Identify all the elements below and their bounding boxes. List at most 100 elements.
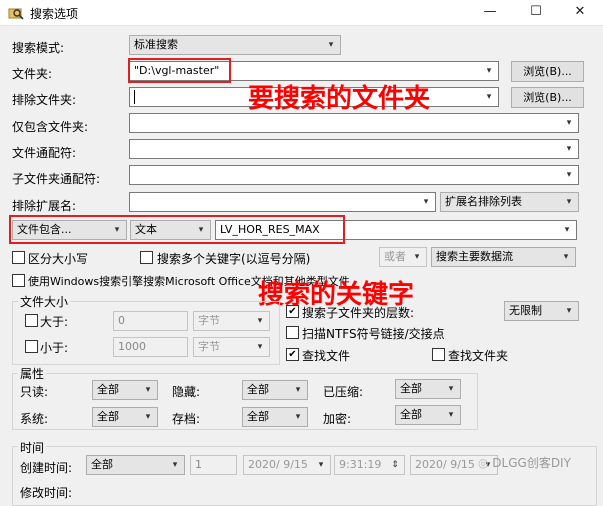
encrypted-label: 加密: (323, 412, 352, 426)
chevron-down-icon: ▾ (448, 410, 454, 420)
hidden-label: 隐藏: (172, 385, 201, 399)
find-files-checkbox[interactable]: ✔ (286, 348, 299, 361)
chevron-down-icon: ▾ (145, 385, 151, 395)
search-mode-value: 标准搜索 (134, 38, 178, 51)
system-label: 系统: (20, 412, 49, 426)
less-input[interactable]: 1000 (113, 337, 188, 357)
file-wildcard-label: 文件通配符: (12, 146, 77, 160)
created-time1-value: 9:31:19 (339, 458, 382, 471)
time-legend: 时间 (18, 439, 47, 456)
encrypted-value: 全部 (400, 408, 422, 421)
find-folders-checkbox[interactable] (432, 348, 445, 361)
file-size-legend: 文件大小 (18, 293, 71, 310)
keyword-highlight-box (9, 215, 345, 244)
exclude-ext-label: 排除扩展名: (12, 199, 77, 213)
created-date1-picker[interactable]: 2020/ 9/15 ▾ (243, 455, 331, 475)
case-label: 区分大小写 (28, 252, 89, 266)
created-date2-value: 2020/ 9/15 (415, 458, 475, 471)
greater-checkbox[interactable] (25, 314, 38, 327)
exclude-ext-list-select[interactable]: 扩展名排除列表 ▾ (440, 192, 579, 212)
greater-unit-value: 字节 (198, 314, 220, 327)
created-label: 创建时间: (20, 461, 73, 475)
encrypted-select[interactable]: 全部 ▾ (395, 405, 461, 425)
folder-label: 文件夹: (12, 67, 53, 81)
chevron-down-icon: ▾ (145, 412, 151, 422)
created-num-input[interactable]: 1 (190, 455, 237, 475)
hidden-select[interactable]: 全部 ▾ (242, 380, 308, 400)
main-stream-select[interactable]: 搜索主要数据流 ▾ (431, 247, 576, 267)
exclude-folder-label: 排除文件夹: (12, 93, 77, 107)
search-sub-checkbox[interactable]: ✔ (286, 305, 299, 318)
archive-label: 存档: (172, 412, 201, 426)
chevron-down-icon: ▾ (566, 144, 572, 154)
chevron-down-icon: ▾ (257, 316, 263, 326)
close-button[interactable]: ✕ (557, 0, 603, 26)
windows-search-checkbox[interactable] (12, 274, 25, 287)
spin-icon: ⇕ (391, 460, 399, 470)
or-value: 或者 (384, 250, 406, 263)
readonly-value: 全部 (97, 383, 119, 396)
less-unit-select[interactable]: 字节 ▾ (193, 337, 270, 357)
chevron-down-icon: ▾ (318, 460, 324, 470)
chevron-down-icon: ▾ (564, 225, 570, 235)
subfolder-wildcard-input[interactable]: ▾ (129, 165, 579, 185)
modified-label: 修改时间: (20, 486, 73, 500)
compressed-label: 已压缩: (323, 385, 364, 399)
maximize-button[interactable]: ☐ (513, 0, 559, 26)
case-checkbox[interactable] (12, 251, 25, 264)
chevron-down-icon: ▾ (486, 92, 492, 102)
folder-annotation: 要搜索的文件夹 (248, 84, 431, 114)
exclude-ext-input[interactable]: ▾ (129, 192, 436, 212)
chevron-down-icon: ▾ (566, 170, 572, 180)
readonly-label: 只读: (20, 385, 49, 399)
depth-value: 无限制 (509, 304, 542, 317)
folder-highlight-box (128, 58, 231, 83)
chevron-down-icon: ▾ (172, 460, 178, 470)
watermark-text: DLGG创客DIY (492, 456, 571, 470)
compressed-select[interactable]: 全部 ▾ (395, 379, 461, 399)
archive-select[interactable]: 全部 ▾ (242, 407, 308, 427)
greater-unit-select[interactable]: 字节 ▾ (193, 311, 270, 331)
system-value: 全部 (97, 410, 119, 423)
chevron-down-icon: ▾ (566, 197, 572, 207)
attributes-legend: 属性 (18, 365, 47, 382)
minimize-button[interactable]: — (467, 0, 513, 26)
folder-browse-button[interactable]: 浏览(B)... (511, 61, 584, 82)
subfolder-wildcard-label: 子文件夹通配符: (12, 172, 101, 186)
created-mode-select[interactable]: 全部 ▾ (86, 455, 185, 475)
created-time1-picker[interactable]: 9:31:19 ⇕ (334, 455, 405, 475)
chevron-down-icon: ▾ (257, 342, 263, 352)
hidden-value: 全部 (247, 383, 269, 396)
search-mode-select[interactable]: 标准搜索 ▾ (129, 35, 341, 55)
chevron-down-icon: ▾ (563, 252, 569, 262)
created-mode-value: 全部 (91, 458, 113, 471)
greater-input[interactable]: 0 (113, 311, 188, 331)
only-folder-label: 仅包含文件夹: (12, 120, 89, 134)
system-select[interactable]: 全部 ▾ (92, 407, 158, 427)
less-checkbox[interactable] (25, 340, 38, 353)
text-caret (134, 90, 135, 104)
only-folder-input[interactable]: ▾ (129, 113, 579, 133)
file-wildcard-input[interactable]: ▾ (129, 139, 579, 159)
multi-keyword-label: 搜索多个关键字(以逗号分隔) (157, 252, 311, 266)
chevron-down-icon: ▾ (448, 384, 454, 394)
main-stream-value: 搜索主要数据流 (436, 250, 513, 263)
depth-select[interactable]: 无限制 ▾ (504, 301, 579, 321)
wechat-icon: ◎ (478, 456, 493, 470)
chevron-down-icon: ▾ (295, 385, 301, 395)
search-sub-label: 搜索子文件夹的层数: (302, 306, 415, 320)
exclude-folder-browse-button[interactable]: 浏览(B)... (511, 87, 584, 108)
chevron-down-icon: ▾ (414, 252, 420, 262)
chevron-down-icon: ▾ (486, 66, 492, 76)
chevron-down-icon: ▾ (295, 412, 301, 422)
created-date1-value: 2020/ 9/15 (248, 458, 308, 471)
ntfs-checkbox[interactable] (286, 326, 299, 339)
readonly-select[interactable]: 全部 ▾ (92, 380, 158, 400)
multi-keyword-checkbox[interactable] (140, 251, 153, 264)
or-select[interactable]: 或者 ▾ (379, 247, 427, 267)
less-label: 小于: (40, 341, 69, 355)
search-mode-label: 搜索模式: (12, 41, 65, 55)
chevron-down-icon: ▾ (566, 306, 572, 316)
find-folders-label: 查找文件夹 (448, 349, 509, 363)
archive-value: 全部 (247, 410, 269, 423)
